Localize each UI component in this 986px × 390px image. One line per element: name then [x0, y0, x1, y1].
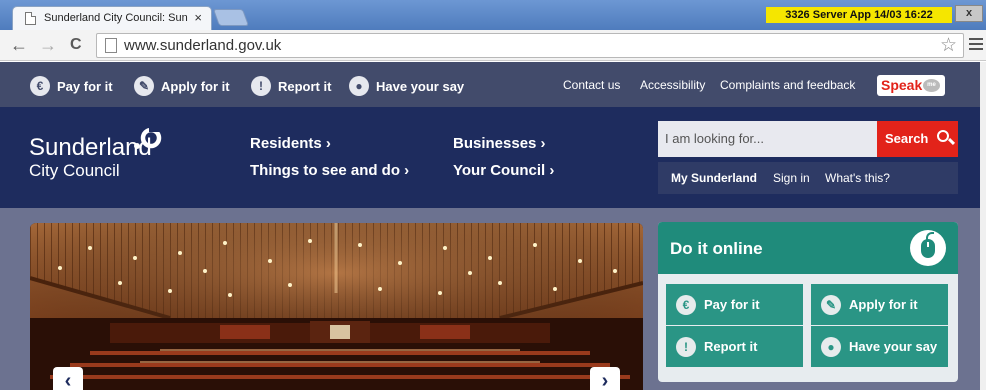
tile-apply-for-it[interactable]: ✎ Apply for it	[811, 284, 948, 325]
browser-tabstrip: Sunderland City Council: Sun × 3326 Serv…	[0, 0, 986, 30]
search-input[interactable]: I am looking for...	[658, 121, 877, 157]
tile-label: Have your say	[849, 339, 938, 354]
search-button-label: Search	[885, 131, 929, 146]
contact-us-link[interactable]: Contact us	[563, 78, 620, 92]
browser-tab[interactable]: Sunderland City Council: Sun ×	[12, 6, 212, 30]
slider-next-button[interactable]: ›	[590, 367, 620, 390]
reload-button[interactable]: C	[70, 34, 82, 56]
quick-link-label: Pay for it	[57, 78, 113, 94]
quick-link-pay[interactable]: € Pay for it	[30, 75, 113, 97]
sign-in-link[interactable]: Sign in	[773, 171, 810, 185]
my-sunderland-link[interactable]: My Sunderland	[671, 171, 757, 185]
new-tab-button[interactable]	[212, 9, 250, 26]
nav-your-council[interactable]: Your Council ›	[453, 162, 554, 179]
speech-bubble-icon: ●	[349, 76, 369, 96]
whats-this-link[interactable]: What's this?	[825, 171, 890, 185]
speech-bubble-icon: ●	[821, 336, 841, 357]
nav-things-to-see-and-do[interactable]: Things to see and do ›	[250, 162, 409, 179]
search-button[interactable]: Search	[877, 121, 958, 157]
concert-hall-image	[30, 223, 643, 390]
quick-link-have-your-say[interactable]: ● Have your say	[349, 75, 464, 97]
search-placeholder: I am looking for...	[665, 131, 764, 146]
pencil-icon: ✎	[821, 294, 841, 315]
do-it-online-title: Do it online	[670, 239, 763, 258]
my-sunderland-bar: My Sunderland Sign in What's this?	[658, 162, 958, 194]
tab-title: Sunderland City Council: Sun	[44, 12, 188, 24]
speech-bubble-icon: me	[923, 79, 940, 92]
tile-report-it[interactable]: ! Report it	[666, 326, 803, 367]
tab-close-icon[interactable]: ×	[194, 10, 202, 26]
scrollbar[interactable]	[980, 62, 986, 390]
forward-button[interactable]: →	[39, 34, 57, 56]
back-button[interactable]: ←	[10, 34, 28, 56]
site-topbar: € Pay for it ✎ Apply for it ! Report it …	[0, 62, 980, 107]
do-it-online-panel: Do it online € Pay for it ✎ Apply for it…	[658, 222, 958, 382]
logo-text-line2: City Council	[29, 161, 120, 180]
quick-link-report[interactable]: ! Report it	[251, 75, 331, 97]
slider-prev-button[interactable]: ‹	[53, 367, 83, 390]
server-badge: 3326 Server App 14/03 16:22	[766, 7, 952, 23]
hero-slider-image: ‹ ›	[30, 223, 643, 390]
page-icon	[105, 38, 117, 53]
tile-have-your-say[interactable]: ● Have your say	[811, 326, 948, 367]
url-text[interactable]: www.sunderland.gov.uk	[124, 37, 281, 54]
address-bar[interactable]: www.sunderland.gov.uk ☆	[96, 33, 964, 58]
search-icon	[937, 130, 949, 142]
tile-label: Apply for it	[849, 297, 918, 312]
exclamation-icon: !	[251, 76, 271, 96]
council-logo[interactable]: Sunderland City Council	[29, 126, 162, 181]
quick-link-apply[interactable]: ✎ Apply for it	[134, 75, 230, 97]
mouse-icon	[910, 230, 946, 266]
euro-icon: €	[676, 294, 696, 315]
quick-link-label: Have your say	[376, 78, 465, 94]
exclamation-icon: !	[676, 336, 696, 357]
do-it-online-header: Do it online	[658, 222, 958, 274]
site-header: Sunderland City Council Residents › Busi…	[0, 107, 980, 208]
star-icon[interactable]: ☆	[940, 35, 957, 57]
euro-icon: €	[30, 76, 50, 96]
quick-link-label: Report it	[278, 78, 332, 94]
nav-residents[interactable]: Residents ›	[250, 135, 331, 152]
tile-label: Report it	[704, 339, 758, 354]
speak-button[interactable]: Speak me	[877, 75, 945, 96]
logo-mark-icon	[134, 126, 162, 149]
quick-link-label: Apply for it	[161, 78, 230, 94]
page-icon	[25, 12, 36, 25]
tile-pay-for-it[interactable]: € Pay for it	[666, 284, 803, 325]
speak-label: Speak	[881, 77, 923, 93]
complaints-link[interactable]: Complaints and feedback	[720, 78, 855, 92]
accessibility-link[interactable]: Accessibility	[640, 78, 705, 92]
pencil-icon: ✎	[134, 76, 154, 96]
window-close-button[interactable]: x	[955, 5, 983, 22]
browser-toolbar: ← → C www.sunderland.gov.uk ☆	[0, 30, 986, 61]
nav-businesses[interactable]: Businesses ›	[453, 135, 546, 152]
tile-label: Pay for it	[704, 297, 760, 312]
menu-icon[interactable]	[969, 38, 983, 50]
